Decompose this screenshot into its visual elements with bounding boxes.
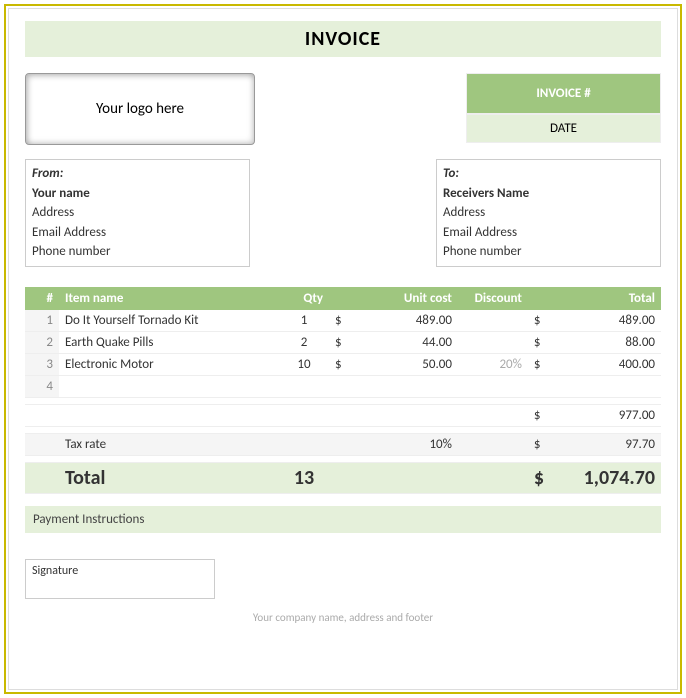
from-address: Address <box>32 203 243 223</box>
col-qty: Qty <box>279 287 329 310</box>
to-box: To: Receivers Name Address Email Address… <box>436 159 661 267</box>
grand-total-label: Total <box>59 462 279 493</box>
row-total-value: 88.00 <box>544 331 661 353</box>
to-email: Email Address <box>443 223 654 243</box>
row-num: 3 <box>25 353 59 375</box>
from-box: From: Your name Address Email Address Ph… <box>25 159 250 267</box>
row-total-currency: $ <box>528 353 544 375</box>
footer-text: Your company name, address and footer <box>25 611 661 624</box>
row-item <box>59 375 279 397</box>
subtotal-value: 977.00 <box>544 404 661 426</box>
row-discount <box>458 310 528 332</box>
row-qty: 10 <box>279 353 329 375</box>
to-header: To: <box>443 164 654 184</box>
row-qty: 1 <box>279 310 329 332</box>
row-num: 2 <box>25 331 59 353</box>
grand-total-value: 1,074.70 <box>544 462 661 493</box>
row-discount <box>458 331 528 353</box>
from-phone: Phone number <box>32 242 243 262</box>
col-unit: Unit cost <box>329 287 458 310</box>
col-num: # <box>25 287 59 310</box>
table-row: 4 <box>25 375 661 397</box>
row-unit-value: 50.00 <box>343 353 458 375</box>
tax-label: Tax rate <box>59 433 279 455</box>
to-address: Address <box>443 203 654 223</box>
row-total-value: 400.00 <box>544 353 661 375</box>
col-disc: Discount <box>458 287 528 310</box>
from-header: From: <box>32 164 243 184</box>
row-qty <box>279 375 329 397</box>
subtotal-currency: $ <box>528 404 544 426</box>
col-total: Total <box>528 287 661 310</box>
grand-total-currency: $ <box>528 462 544 493</box>
row-unit-value <box>343 375 458 397</box>
from-name: Your name <box>32 184 243 204</box>
table-row: 2Earth Quake Pills2$44.00$88.00 <box>25 331 661 353</box>
row-total-currency: $ <box>528 331 544 353</box>
row-num: 1 <box>25 310 59 332</box>
col-item: Item name <box>59 287 279 310</box>
logo-placeholder: Your logo here <box>25 73 255 145</box>
row-item: Electronic Motor <box>59 353 279 375</box>
table-row: 3Electronic Motor10$50.0020%$400.00 <box>25 353 661 375</box>
row-discount: 20% <box>458 353 528 375</box>
row-unit-value: 489.00 <box>343 310 458 332</box>
row-num: 4 <box>25 375 59 397</box>
document-title: INVOICE <box>25 21 661 57</box>
invoice-number-label: INVOICE # <box>466 73 661 114</box>
row-total-currency <box>528 375 544 397</box>
row-unit-currency: $ <box>329 310 343 332</box>
row-unit-currency <box>329 375 343 397</box>
row-unit-currency: $ <box>329 331 343 353</box>
tax-rate: 10% <box>329 433 458 455</box>
row-total-value <box>544 375 661 397</box>
row-unit-currency: $ <box>329 353 343 375</box>
grand-total-qty: 13 <box>279 462 329 493</box>
items-table: # Item name Qty Unit cost Discount Total… <box>25 287 661 494</box>
tax-value: 97.70 <box>544 433 661 455</box>
to-phone: Phone number <box>443 242 654 262</box>
row-item: Earth Quake Pills <box>59 331 279 353</box>
signature-box: Signature <box>25 559 215 599</box>
row-total-currency: $ <box>528 310 544 332</box>
to-name: Receivers Name <box>443 184 654 204</box>
payment-instructions: Payment Instructions <box>25 506 661 533</box>
invoice-date-label: DATE <box>466 114 661 143</box>
row-discount <box>458 375 528 397</box>
row-item: Do It Yourself Tornado Kit <box>59 310 279 332</box>
table-row: 1Do It Yourself Tornado Kit1$489.00$489.… <box>25 310 661 332</box>
from-email: Email Address <box>32 223 243 243</box>
tax-currency: $ <box>528 433 544 455</box>
row-unit-value: 44.00 <box>343 331 458 353</box>
row-total-value: 489.00 <box>544 310 661 332</box>
row-qty: 2 <box>279 331 329 353</box>
